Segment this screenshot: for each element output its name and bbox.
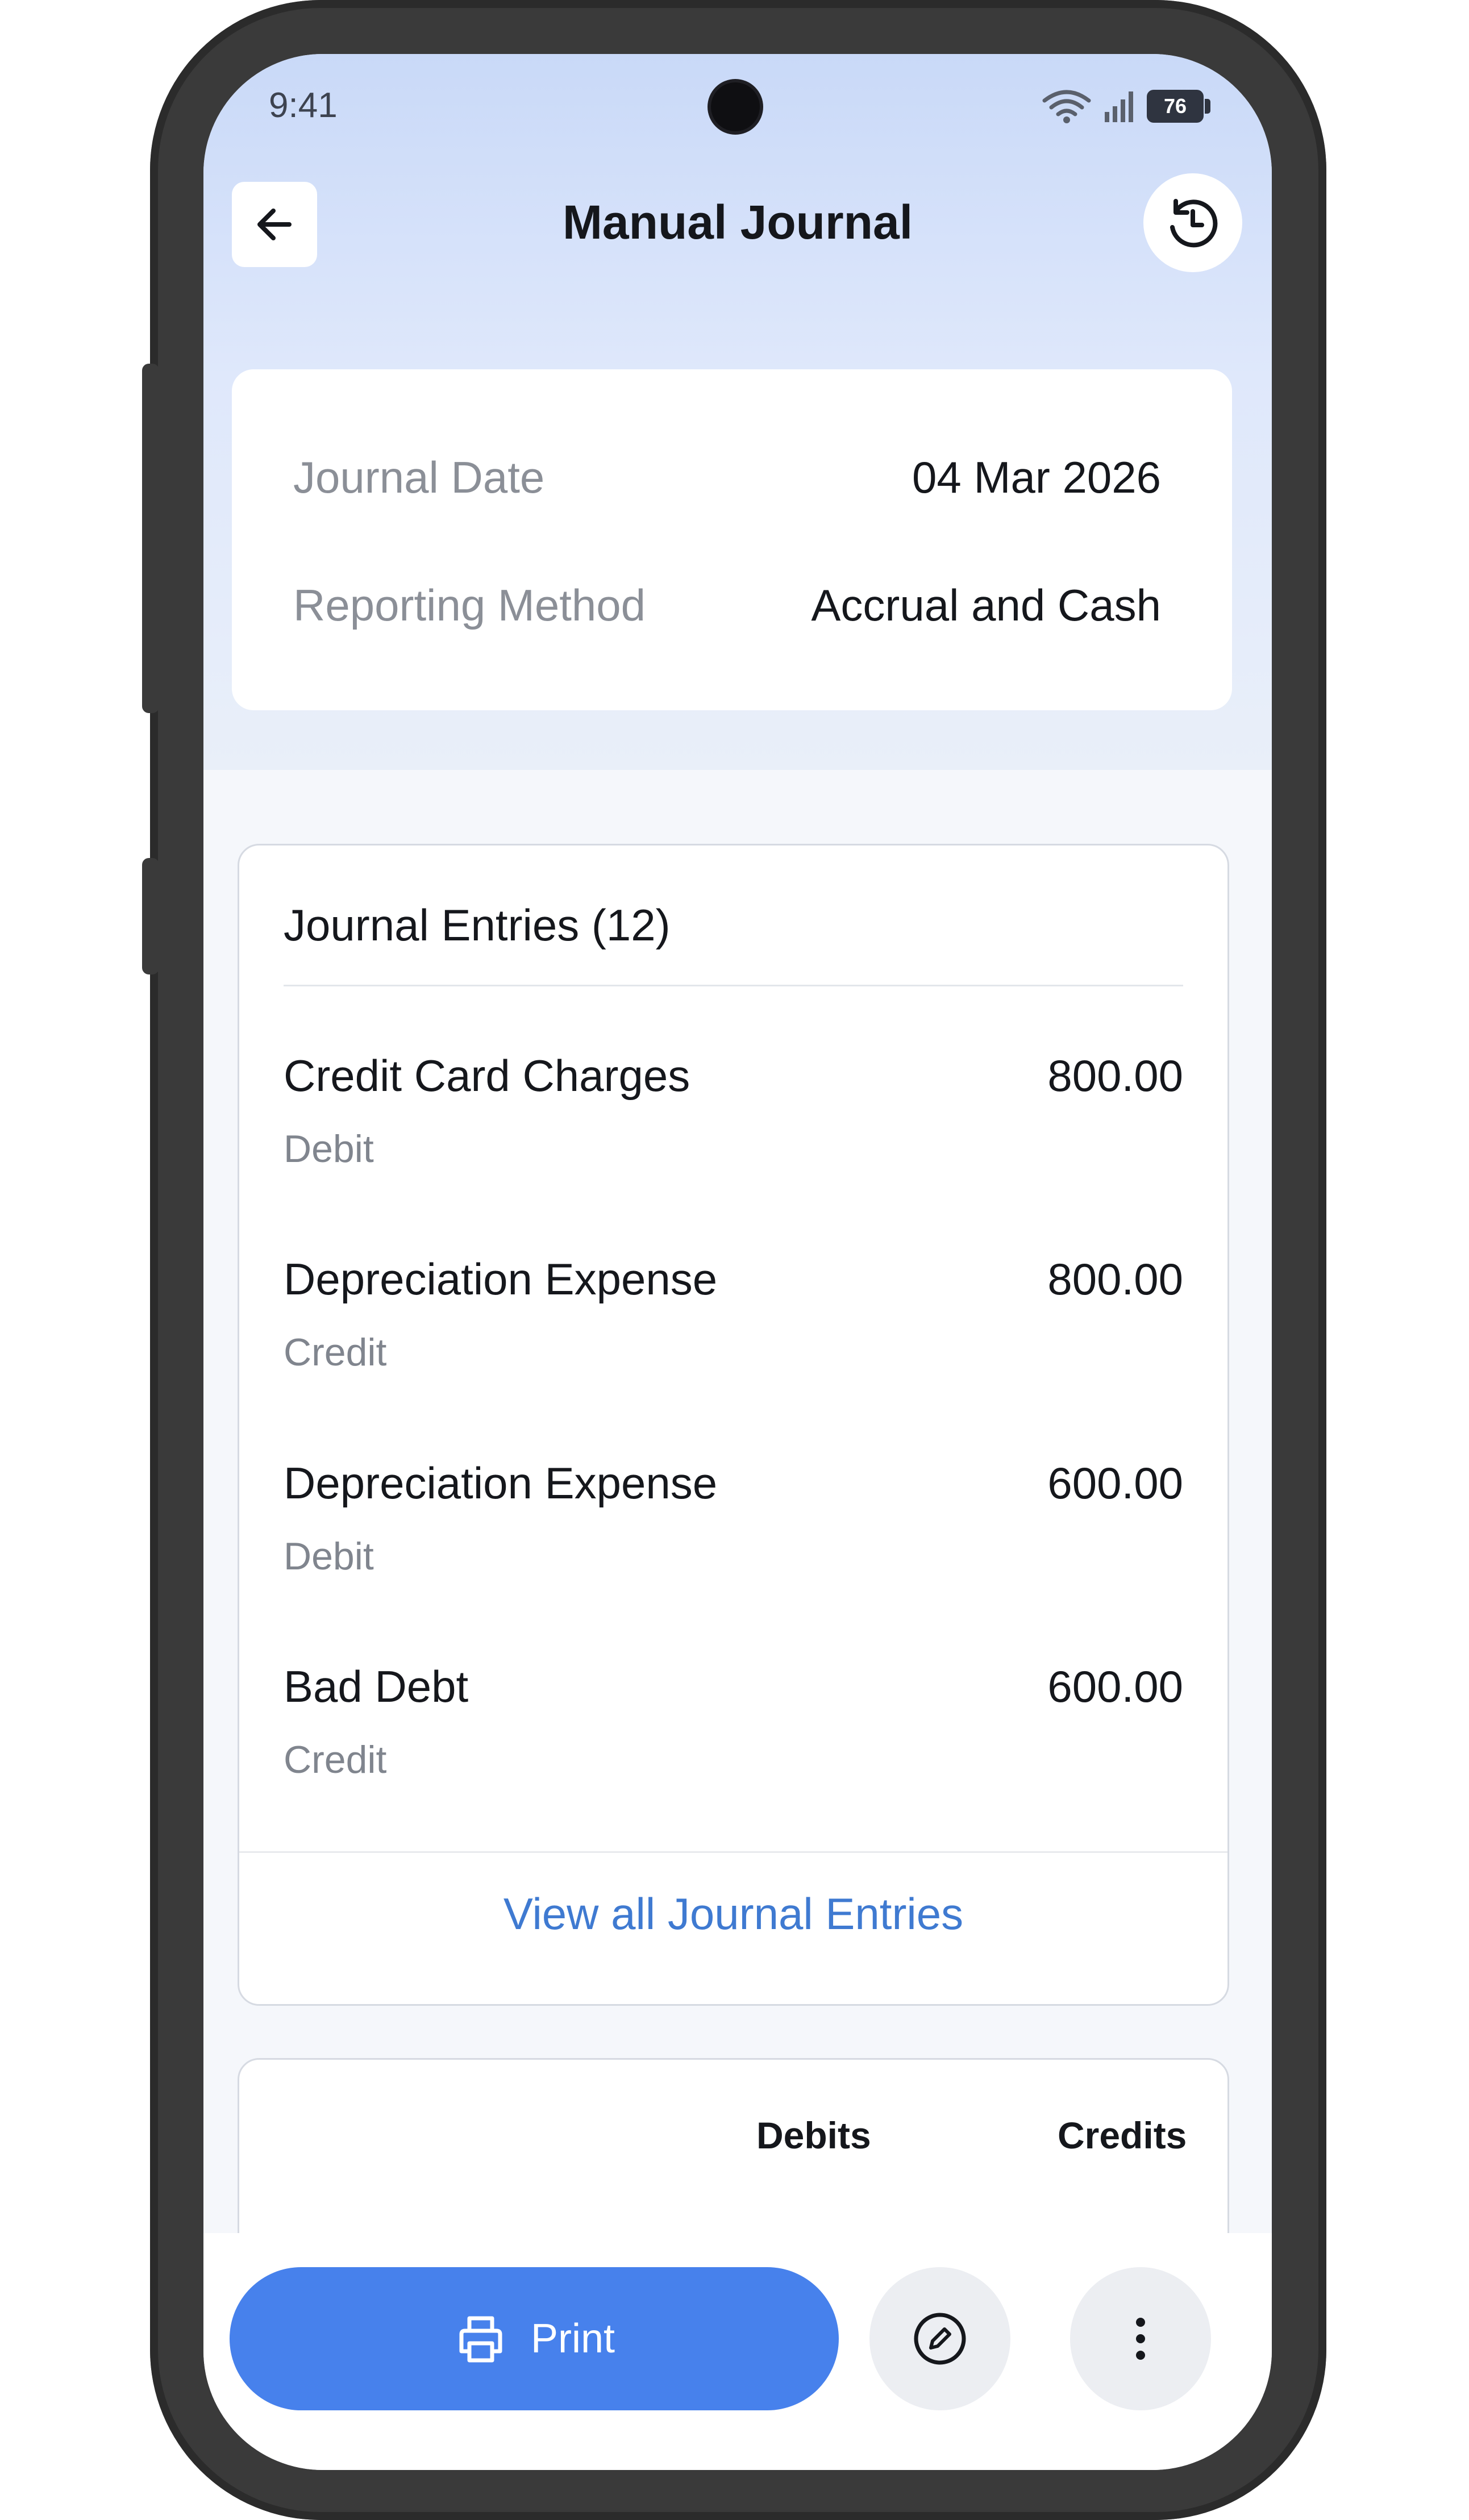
edit-button[interactable] [869,2267,1010,2410]
entry-type: Debit [284,1535,374,1578]
entry-amount: 600.00 [1047,1458,1183,1508]
printer-icon [459,2316,502,2363]
power-button [142,858,159,974]
journal-entry-row[interactable]: Depreciation Expense 600.00 Debit [284,1457,1183,1628]
wifi-icon [1042,90,1091,123]
entry-account-name: Credit Card Charges [284,1051,690,1101]
journal-date-row: Journal Date 04 Mar 2026 [293,452,1161,503]
journal-entry-row[interactable]: Bad Debt 600.00 Credit [284,1661,1183,1831]
status-time: 9:41 [269,86,338,125]
signal-icon [1105,91,1133,122]
front-camera [711,82,760,131]
divider [284,985,1183,986]
reporting-method-value: Accrual and Cash [811,580,1161,630]
volume-up-button [142,364,159,713]
entry-amount: 600.00 [1047,1661,1183,1711]
bottom-action-bar: Print [203,2233,1272,2470]
more-vertical-icon [1136,2318,1145,2360]
entry-type: Credit [284,1331,387,1374]
entry-account-name: Depreciation Expense [284,1458,718,1508]
journal-entries-title: Journal Entries (12) [284,900,671,950]
reporting-method-label: Reporting Method [293,580,646,630]
entry-amount: 800.00 [1047,1254,1183,1304]
journal-entry-row[interactable]: Credit Card Charges 800.00 Debit [284,1050,1183,1221]
print-button-label: Print [530,2316,615,2361]
more-options-button[interactable] [1070,2267,1211,2410]
print-button[interactable]: Print [230,2267,839,2410]
status-bar: 9:41 76 [203,54,1272,168]
journal-entries-card: Journal Entries (12) Credit Card Charges… [238,844,1229,2006]
debits-header: Debits [756,2114,871,2156]
divider [239,1851,1227,1853]
entry-type: Debit [284,1127,374,1171]
entry-amount: 800.00 [1047,1051,1183,1101]
entry-account-name: Depreciation Expense [284,1254,718,1304]
battery-indicator: 76 [1147,90,1210,123]
page-title: Manual Journal [562,195,913,249]
history-button[interactable] [1143,173,1242,272]
entry-type: Credit [284,1738,387,1781]
journal-date-value: 04 Mar 2026 [912,452,1161,502]
status-icons: 76 [1041,88,1210,124]
pencil-icon [914,2313,966,2365]
credits-header: Credits [1058,2114,1187,2156]
journal-date-label: Journal Date [293,452,545,502]
reporting-method-row: Reporting Method Accrual and Cash [293,580,1161,631]
entry-account-name: Bad Debt [284,1661,469,1711]
journal-entry-row[interactable]: Depreciation Expense 800.00 Credit [284,1253,1183,1424]
journal-info-card: Journal Date 04 Mar 2026 Reporting Metho… [232,369,1232,710]
view-all-entries-link[interactable]: View all Journal Entries [239,1888,1227,1940]
screen: 9:41 76 Manual Journal Journal Date 04 M… [203,54,1272,2470]
history-clock-icon [1170,199,1218,248]
